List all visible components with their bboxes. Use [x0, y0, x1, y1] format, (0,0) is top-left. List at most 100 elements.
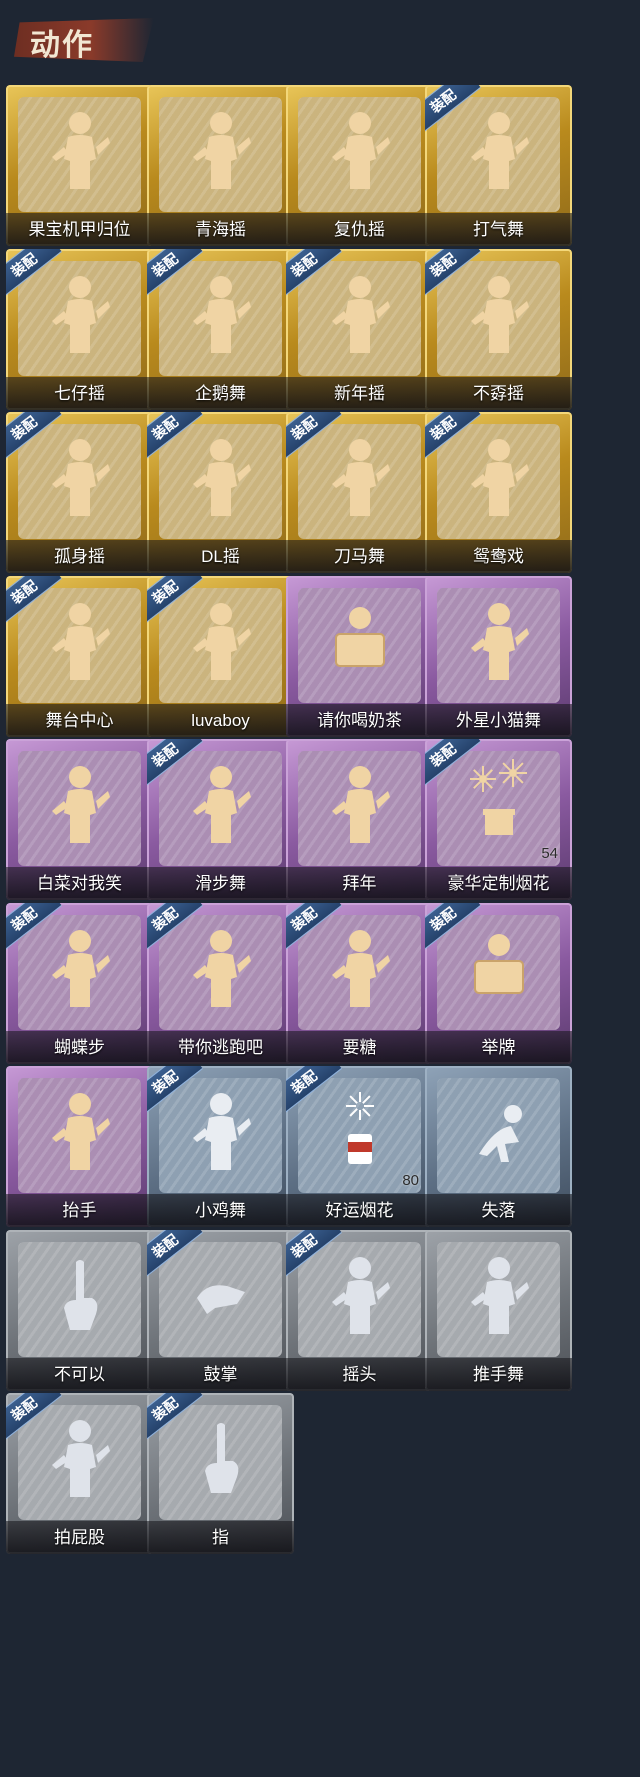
clap-hands-icon: [187, 1248, 255, 1342]
emote-card[interactable]: 举牌 装配: [425, 902, 572, 1064]
dance-pose-icon: [46, 267, 114, 361]
emote-name: 滑步舞: [195, 874, 246, 893]
emote-card[interactable]: luvaboy 装配: [147, 575, 294, 737]
emote-name: 白菜对我笑: [37, 874, 122, 893]
emote-name: 不可以: [54, 1364, 105, 1384]
dance-pose-icon: [187, 594, 255, 688]
emote-card[interactable]: 七仔摇 装配: [6, 248, 153, 410]
emote-name: 七仔摇: [54, 383, 105, 403]
dance-pose-icon: [326, 921, 394, 1015]
emote-name: 打气舞: [473, 220, 524, 239]
emote-card[interactable]: 企鹅舞 装配: [147, 248, 294, 410]
dance-pose-icon: [326, 1248, 394, 1342]
emote-name: 摇头: [342, 1364, 377, 1384]
emote-name: 新年摇: [334, 383, 385, 403]
emote-name: 豪华定制烟花: [447, 874, 550, 893]
emote-name: 鼓掌: [203, 1364, 238, 1384]
dance-pose-icon: [46, 1411, 114, 1505]
emote-card[interactable]: 青海摇: [147, 85, 294, 246]
emote-card[interactable]: 果宝机甲归位: [6, 85, 153, 246]
emote-name: 鸳鸯戏: [473, 547, 524, 566]
dance-pose-icon: [465, 430, 533, 524]
dance-pose-icon: [187, 430, 255, 524]
emote-name: 蝴蝶步: [54, 1037, 105, 1057]
emote-card[interactable]: 孤身摇 装配: [6, 412, 153, 573]
fireworks-box-icon: [465, 757, 533, 851]
dance-pose-icon: [46, 757, 114, 851]
dance-pose-icon: [187, 757, 255, 851]
emote-name: DL摇: [201, 547, 240, 566]
sign-holding-icon: [465, 921, 533, 1015]
emote-card[interactable]: 鼓掌 装配: [147, 1229, 294, 1391]
emote-card[interactable]: 小鸡舞 装配: [147, 1066, 294, 1227]
emote-card[interactable]: 抬手: [6, 1066, 153, 1227]
emote-name: 抬手: [62, 1201, 97, 1220]
emote-card[interactable]: 鸳鸯戏 装配: [425, 412, 572, 573]
dance-pose-icon: [46, 921, 114, 1015]
emote-card[interactable]: 蝴蝶步 装配: [6, 902, 153, 1064]
sign-holding-icon: [326, 594, 394, 688]
emote-card[interactable]: 拜年: [286, 739, 433, 900]
emote-card[interactable]: 滑步舞 装配: [147, 739, 294, 900]
emote-card[interactable]: 带你逃跑吧 装配: [147, 902, 294, 1064]
dance-pose-icon: [187, 103, 255, 197]
emote-card[interactable]: 失落: [425, 1066, 572, 1227]
emote-name: 不孬摇: [473, 383, 524, 403]
emote-name: 企鹅舞: [195, 383, 246, 403]
item-count: 54: [541, 845, 558, 862]
emote-card[interactable]: 新年摇 装配: [286, 248, 433, 410]
item-count: 80: [402, 1172, 419, 1189]
emote-card[interactable]: 请你喝奶茶: [286, 575, 433, 737]
emote-name: 小鸡舞: [195, 1201, 246, 1220]
emote-card[interactable]: 复仇摇: [286, 85, 433, 246]
dance-pose-icon: [46, 103, 114, 197]
emote-name: 复仇摇: [334, 220, 385, 239]
emote-name: 拍屁股: [54, 1528, 105, 1547]
dance-pose-icon: [465, 267, 533, 361]
dance-pose-icon: [187, 1084, 255, 1178]
emote-name: 失落: [481, 1201, 516, 1220]
emote-name: 推手舞: [473, 1364, 524, 1384]
emote-name: 外星小猫舞: [456, 710, 541, 730]
bow-pose-icon: [326, 757, 394, 851]
emote-card[interactable]: 要糖 装配: [286, 902, 433, 1064]
emote-name: luvaboy: [191, 710, 250, 730]
emote-name: 刀马舞: [334, 547, 385, 566]
page-title: 动作: [30, 28, 94, 63]
emote-card[interactable]: 摇头 装配: [286, 1229, 433, 1391]
emote-card[interactable]: 打气舞 装配: [425, 85, 572, 246]
emote-name: 拜年: [342, 874, 377, 893]
pointing-hand-icon: [187, 1411, 255, 1505]
emote-card[interactable]: 推手舞: [425, 1229, 572, 1391]
dance-pose-icon: [326, 103, 394, 197]
emote-card[interactable]: 不可以: [6, 1229, 153, 1391]
emote-name: 好运烟花: [325, 1201, 394, 1220]
emote-name: 舞台中心: [45, 710, 114, 730]
emote-card[interactable]: 舞台中心 装配: [6, 575, 153, 737]
emote-card[interactable]: 刀马舞 装配: [286, 412, 433, 573]
emote-name: 果宝机甲归位: [28, 220, 131, 239]
dance-pose-icon: [326, 430, 394, 524]
dance-pose-icon: [465, 103, 533, 197]
header: 动作: [0, 0, 640, 64]
emote-card[interactable]: 白菜对我笑: [6, 739, 153, 900]
emote-card[interactable]: 拍屁股 装配: [6, 1393, 153, 1554]
emote-name: 请你喝奶茶: [317, 710, 402, 730]
dance-pose-icon: [326, 267, 394, 361]
emote-name: 指: [212, 1528, 229, 1547]
emote-card[interactable]: 指装配: [147, 1393, 294, 1554]
dance-pose-icon: [187, 921, 255, 1015]
emote-card[interactable]: 80 好运烟花 装配: [286, 1066, 433, 1227]
dance-pose-icon: [465, 594, 533, 688]
dance-pose-icon: [46, 1084, 114, 1178]
dance-pose-icon: [46, 594, 114, 688]
emote-name: 举牌: [481, 1037, 516, 1057]
emote-card[interactable]: 不孬摇 装配: [425, 248, 572, 410]
emote-name: 要糖: [342, 1037, 377, 1057]
emote-card[interactable]: 外星小猫舞: [425, 575, 572, 737]
emote-card[interactable]: 54 豪华定制烟花 装配: [425, 739, 572, 900]
dance-pose-icon: [46, 430, 114, 524]
emote-card[interactable]: DL摇 装配: [147, 412, 294, 573]
crawl-pose-icon: [465, 1084, 533, 1178]
emote-name: 青海摇: [195, 220, 246, 239]
